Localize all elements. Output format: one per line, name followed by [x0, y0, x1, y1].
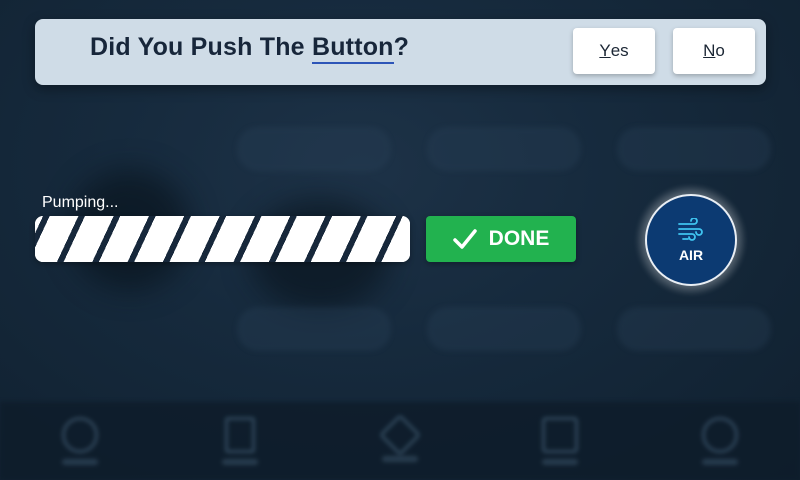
no-button[interactable]: No — [673, 28, 755, 74]
checkmark-icon — [452, 229, 477, 249]
done-button[interactable]: DONE — [426, 216, 576, 262]
dialog-title-prefix: Did You Push The — [90, 33, 312, 61]
progress-label: Pumping... — [42, 194, 119, 211]
background-nav-item — [520, 417, 600, 465]
no-mnemonic: N — [703, 41, 716, 60]
background-nav-item — [680, 417, 760, 465]
confirmation-dialog: Did You Push The Button? Yes No — [35, 19, 766, 85]
yes-label-rest: es — [610, 41, 629, 60]
wind-icon — [678, 217, 703, 241]
progress-fill — [35, 216, 410, 262]
done-label: DONE — [488, 227, 550, 250]
yes-button[interactable]: Yes — [573, 28, 655, 74]
dialog-title: Did You Push The Button? — [90, 33, 410, 64]
yes-mnemonic: Y — [599, 41, 611, 60]
background-nav-item — [360, 413, 440, 462]
dialog-title-suffix: ? — [393, 33, 410, 61]
dialog-title-emphasis: Button — [311, 33, 394, 64]
air-label: AIR — [678, 246, 704, 263]
background-bottom-nav — [0, 402, 800, 480]
no-label-rest: o — [715, 41, 725, 60]
background-nav-item — [40, 417, 120, 465]
progress-bar — [35, 216, 410, 262]
background-nav-item — [200, 417, 280, 465]
air-button[interactable]: AIR — [645, 194, 737, 286]
